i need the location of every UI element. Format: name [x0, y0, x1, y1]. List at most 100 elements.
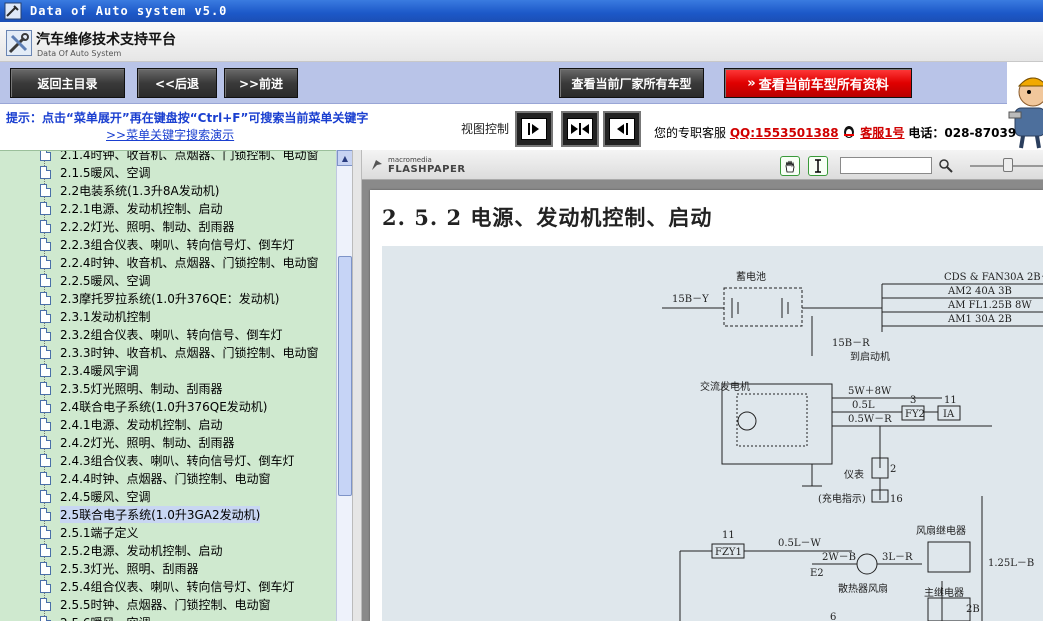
tree-scrollbar[interactable]: ▲ [336, 150, 353, 621]
tree-item[interactable]: 2.5.2电源、发动机控制、启动 [0, 541, 336, 559]
tree-item-label: 2.4联合电子系统(1.0升376QE发动机) [60, 399, 268, 414]
platform-name: 汽车维修技术支持平台 [36, 32, 176, 48]
brand-macromedia: macromedia [388, 156, 432, 164]
diagram-label-fy2: FY2 [905, 409, 925, 420]
tree-item[interactable]: 2.4联合电子系统(1.0升376QE发动机) [0, 397, 336, 415]
tree-item[interactable]: 2.3.2组合仪表、喇叭、转向信号、倒车灯 [0, 325, 336, 343]
document-icon [40, 291, 51, 305]
document-icon [40, 399, 51, 413]
tree-item-label: 2.3.4暖风宇调 [60, 363, 139, 378]
diagram-label-15br: 15B－R [832, 338, 870, 349]
double-chevron-icon: » [747, 75, 756, 91]
document-icon [40, 417, 51, 431]
home-button[interactable]: 返回主目录 [10, 68, 125, 98]
diagram-label-radiator-fan: 散热器风扇 [838, 582, 888, 595]
document-icon [40, 255, 51, 269]
search-tip: 提示：点击“菜单展开”再在键盘按“Ctrl+F”可搜索当前菜单关键字 [6, 111, 369, 125]
tree-item[interactable]: 2.1.5暖风、空调 [0, 163, 336, 181]
scroll-thumb[interactable] [338, 256, 352, 496]
tree-item-label: 2.2.5暖风、空调 [60, 273, 151, 288]
tree-item[interactable]: 2.3.5灯光照明、制动、刮雨器 [0, 379, 336, 397]
diagram-label-2wb: 2W－B [822, 552, 856, 563]
window-title: Data of Auto system v5.0 [30, 4, 228, 18]
back-button[interactable]: <<后退 [137, 68, 217, 98]
diagram-label-to-starter: 到启动机 [850, 350, 890, 363]
text-select-tool-button[interactable] [808, 156, 828, 176]
view-split-button[interactable] [561, 111, 599, 147]
tree-item[interactable]: 2.2.5暖风、空调 [0, 271, 336, 289]
view-expand-left-button[interactable] [603, 111, 641, 147]
tree-item[interactable]: 2.4.4时钟、点烟器、门锁控制、电动窗 [0, 469, 336, 487]
tree-item[interactable]: 2.3.3时钟、收音机、点烟器、门锁控制、电动窗 [0, 343, 336, 361]
tree-item[interactable]: 2.5.3灯光、照明、刮雨器 [0, 559, 336, 577]
tree-item[interactable]: 2.2.1电源、发动机控制、启动 [0, 199, 336, 217]
hand-tool-button[interactable] [780, 156, 800, 176]
forward-button[interactable]: >>前进 [224, 68, 298, 98]
diagram-label-fuse2: AM2 40A 3B [947, 286, 1012, 297]
qq-link[interactable]: QQ:1553501388 [730, 126, 839, 140]
diagram-label-05l: 0.5L [852, 400, 875, 411]
document-icon [40, 183, 51, 197]
diagram-label-3: 3 [910, 395, 916, 406]
all-data-button[interactable]: » 查看当前车型所有资料 [724, 68, 912, 98]
tree-item[interactable]: 2.5.1端子定义 [0, 523, 336, 541]
zoom-slider-knob[interactable] [1003, 158, 1013, 172]
service-agent-link[interactable]: 客服1号 [860, 126, 904, 140]
tree-item[interactable]: 2.3.4暖风宇调 [0, 361, 336, 379]
viewer-search-input[interactable] [840, 157, 932, 174]
tree-item[interactable]: 2.1.4时钟、收音机、点烟器、门锁控制、电动窗 [0, 150, 336, 163]
document-icon [40, 219, 51, 233]
tree-item[interactable]: 2.5.6暖风、空调 [0, 613, 336, 621]
search-demo-link[interactable]: >>菜单关键字搜索演示 [106, 126, 234, 143]
diagram-label-e2: E2 [810, 568, 824, 579]
tree-item[interactable]: 2.2.4时钟、收音机、点烟器、门锁控制、电动窗 [0, 253, 336, 271]
diagram-label-fuse1: CDS & FAN30A 2B－R [944, 272, 1043, 283]
tree-item-label: 2.3.1发动机控制 [60, 309, 151, 324]
diagram-label-6: 6 [830, 612, 836, 621]
tree-item[interactable]: 2.3.1发动机控制 [0, 307, 336, 325]
tree-item[interactable]: 2.2电装系统(1.3升8A发动机) [0, 181, 336, 199]
view-expand-right-button[interactable] [515, 111, 553, 147]
tree-item[interactable]: 2.4.5暖风、空调 [0, 487, 336, 505]
diagram-label-meter: 仪表 [844, 468, 864, 481]
document-icon [40, 489, 51, 503]
diagram-label-11a: 11 [944, 395, 957, 406]
tree-item[interactable]: 2.5.5时钟、点烟器、门锁控制、电动窗 [0, 595, 336, 613]
tree-item-label: 2.1.4时钟、收音机、点烟器、门锁控制、电动窗 [60, 150, 319, 162]
tree-item[interactable]: 2.3摩托罗拉系统(1.0升376QE：发动机) [0, 289, 336, 307]
document-icon [40, 597, 51, 611]
scroll-up-icon[interactable]: ▲ [337, 150, 353, 166]
service-phone: 电话：028-87039 [908, 126, 1017, 140]
diagram-label-2b: 2B [966, 604, 980, 615]
service-prefix: 您的专职客服 [654, 126, 727, 140]
tree-item[interactable]: 2.4.1电源、发动机控制、启动 [0, 415, 336, 433]
tree-item[interactable]: 2.2.2灯光、照明、制动、刮雨器 [0, 217, 336, 235]
diagram-label-2: 2 [890, 464, 896, 475]
main-toolbar: 返回主目录 <<后退 >>前进 查看当前厂家所有车型 » 查看当前车型所有资料 [0, 62, 1007, 104]
search-icon[interactable] [938, 158, 954, 174]
document-icon [40, 435, 51, 449]
diagram-label-alternator: 交流发电机 [700, 380, 750, 393]
tree-item[interactable]: 2.5.4组合仪表、喇叭、转向信号灯、倒车灯 [0, 577, 336, 595]
arrow-right-icon [528, 123, 539, 135]
document-icon [40, 327, 51, 341]
diagram-label-fzy1: FZY1 [715, 547, 742, 558]
tree-item[interactable]: 2.5联合电子系统(1.0升3GA2发动机) [0, 505, 336, 523]
tree-item[interactable]: 2.4.2灯光、照明、制动、刮雨器 [0, 433, 336, 451]
hand-icon [785, 160, 795, 173]
diagram-label-3lr: 3L－R [882, 552, 913, 563]
tree-item[interactable]: 2.2.3组合仪表、喇叭、转向信号灯、倒车灯 [0, 235, 336, 253]
all-data-label: 查看当前车型所有资料 [758, 77, 889, 93]
document-icon [40, 543, 51, 557]
diagram-label-16: 16 [890, 494, 903, 505]
tools-logo-icon [6, 30, 32, 56]
wiring-diagram-svg: 蓄电池 15B－Y 15B－R 到启动机 CDS & FAN30A 2B－R A… [662, 270, 1043, 621]
qq-penguin-icon[interactable] [842, 125, 856, 139]
platform-subtitle: Data Of Auto System [37, 49, 122, 58]
document-icon [40, 453, 51, 467]
document-icon [40, 615, 51, 621]
all-models-button[interactable]: 查看当前厂家所有车型 [559, 68, 704, 98]
text-cursor-icon [815, 159, 821, 173]
tree-item[interactable]: 2.4.3组合仪表、喇叭、转向信号灯、倒车灯 [0, 451, 336, 469]
pane-splitter[interactable] [352, 150, 362, 621]
